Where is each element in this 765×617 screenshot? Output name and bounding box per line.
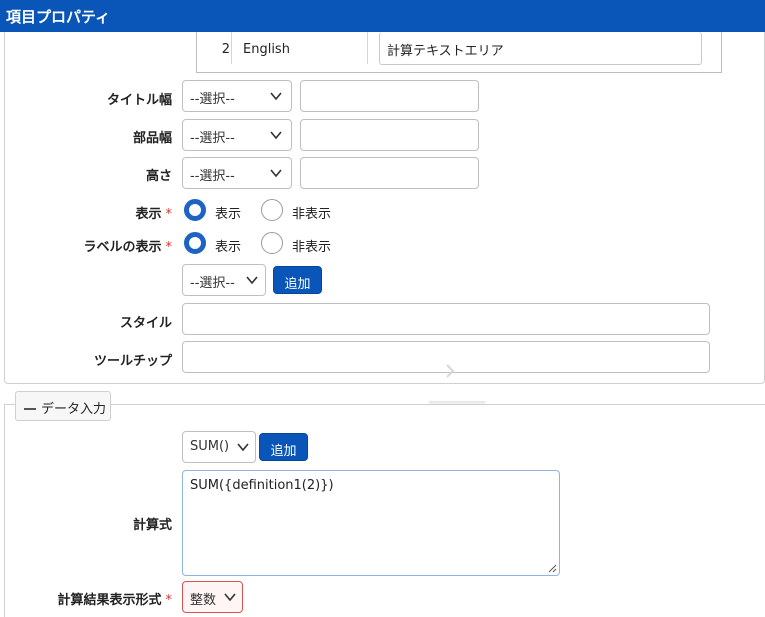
label-display-radio-show[interactable]: [184, 232, 206, 254]
label-display-label-text: ラベルの表示: [83, 240, 162, 255]
language-table: 2 English 計算テキストエリア: [196, 32, 722, 73]
display-radio-show[interactable]: [184, 199, 206, 221]
chevron-down-icon: [246, 276, 258, 285]
table-row: 2 English 計算テキストエリア: [197, 32, 721, 65]
chevron-down-icon: [270, 131, 282, 140]
window-title-bar: 項目プロパティ: [0, 0, 765, 32]
language-value-input[interactable]: 計算テキストエリア: [379, 32, 702, 65]
section-title: データ入力: [41, 402, 107, 417]
height-select[interactable]: --選択--: [182, 157, 292, 189]
label-display-radio-hide[interactable]: [261, 232, 283, 254]
required-mark: *: [165, 593, 173, 608]
chevron-down-icon: [237, 443, 249, 452]
window-title: 項目プロパティ: [6, 8, 111, 26]
add-function-button[interactable]: 追加: [259, 433, 308, 461]
display-option-hide: 非表示: [292, 207, 332, 222]
result-format-label: 計算結果表示形式 *: [57, 589, 172, 608]
result-format-select[interactable]: 整数: [182, 581, 243, 613]
minus-icon: [24, 407, 36, 410]
display-label-text: 表示: [135, 207, 162, 222]
chevron-right-icon: [446, 364, 455, 378]
label-display-label: ラベルの表示 *: [83, 236, 172, 255]
formula-textarea[interactable]: SUM({definition1(2)}): [182, 470, 560, 576]
tooltip-label: ツールチップ: [93, 354, 172, 369]
formula-value: SUM({definition1(2)}): [190, 478, 334, 493]
chevron-down-icon: [270, 92, 282, 101]
row-language: English: [243, 42, 290, 57]
floating-scroll-control[interactable]: [429, 355, 485, 407]
formula-label: 計算式: [132, 518, 172, 533]
title-width-input[interactable]: [300, 80, 479, 112]
title-width-select-value: --選択--: [190, 92, 235, 107]
chevron-down-icon: [224, 593, 236, 602]
function-select-value: SUM(): [190, 439, 230, 454]
display-label: 表示 *: [135, 203, 172, 222]
column-divider: [231, 32, 232, 64]
part-width-input[interactable]: [300, 119, 479, 151]
row-number: 2: [221, 42, 230, 57]
label-display-option-hide: 非表示: [292, 240, 332, 255]
class-select[interactable]: --選択--: [182, 264, 266, 296]
height-select-value: --選択--: [190, 169, 235, 184]
chevron-down-icon: [270, 169, 282, 178]
part-width-select[interactable]: --選択--: [182, 119, 292, 151]
required-mark: *: [165, 240, 173, 255]
function-select[interactable]: SUM(): [182, 431, 256, 463]
add-class-button[interactable]: 追加: [273, 266, 322, 294]
display-option-show: 表示: [215, 207, 242, 222]
height-label: 高さ: [145, 169, 172, 184]
height-input[interactable]: [300, 157, 479, 189]
title-width-select[interactable]: --選択--: [182, 80, 292, 112]
data-input-section-toggle[interactable]: データ入力: [15, 391, 111, 421]
class-select-value: --選択--: [190, 276, 235, 291]
part-width-select-value: --選択--: [190, 131, 235, 146]
result-format-label-text: 計算結果表示形式: [57, 593, 162, 608]
style-input[interactable]: [182, 303, 710, 335]
required-mark: *: [165, 207, 173, 222]
title-width-label: タイトル幅: [106, 93, 172, 108]
part-width-label: 部品幅: [132, 131, 172, 146]
style-label: スタイル: [119, 316, 172, 331]
column-divider: [367, 32, 368, 64]
resize-grip-icon[interactable]: [547, 563, 557, 573]
label-display-option-show: 表示: [215, 240, 242, 255]
display-radio-hide[interactable]: [261, 199, 283, 221]
result-format-select-value: 整数: [190, 593, 217, 608]
